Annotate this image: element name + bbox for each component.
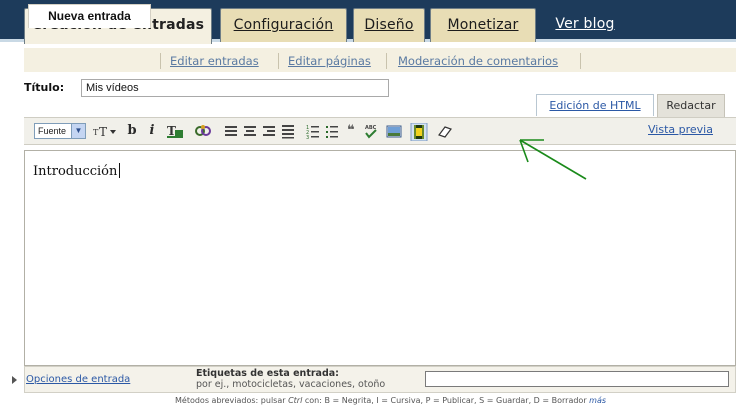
text-caret: [119, 163, 121, 178]
link-icon[interactable]: [194, 123, 212, 139]
shortcuts-prefix: Métodos abreviados: pulsar: [175, 396, 286, 405]
post-options-link[interactable]: Opciones de entrada: [26, 374, 130, 385]
labels-input[interactable]: [425, 371, 729, 387]
spellcheck-icon[interactable]: ABC: [363, 123, 379, 139]
title-input[interactable]: [81, 79, 389, 97]
sub-navigation-background: [24, 48, 736, 72]
tab-monetizar[interactable]: Monetizar: [430, 8, 536, 42]
subtab-divider: [278, 53, 279, 69]
align-right-icon[interactable]: [262, 123, 276, 139]
svg-text:T: T: [99, 125, 107, 139]
keyboard-shortcuts-help: Métodos abreviados: pulsar Ctrl con: B =…: [175, 396, 606, 405]
post-editor[interactable]: Introducción: [24, 150, 736, 366]
bold-button[interactable]: b: [125, 123, 139, 139]
font-select-value: Fuente: [38, 126, 67, 136]
tab-edit-html[interactable]: Edición de HTML: [536, 94, 654, 116]
subtab-nueva-entrada[interactable]: Nueva entrada: [28, 4, 151, 28]
align-left-icon[interactable]: [224, 123, 238, 139]
subtab-divider: [160, 53, 161, 69]
annotation-arrow-icon: [519, 139, 587, 180]
font-family-select[interactable]: Fuente ▼: [34, 123, 86, 139]
quote-icon[interactable]: ❝: [344, 123, 358, 139]
justify-icon[interactable]: [281, 123, 295, 139]
subtab-moderacion-comentarios[interactable]: Moderación de comentarios: [398, 51, 558, 71]
tab-compose[interactable]: Redactar: [657, 94, 725, 117]
preview-link[interactable]: Vista previa: [648, 123, 713, 136]
shortcuts-items: B = Negrita, I = Cursiva, P = Publicar, …: [324, 396, 587, 405]
view-blog-link[interactable]: Ver blog: [545, 8, 625, 42]
subtab-divider: [580, 53, 581, 69]
video-icon[interactable]: [410, 122, 428, 142]
subtab-editar-paginas[interactable]: Editar páginas: [288, 51, 371, 71]
editor-content[interactable]: Introducción: [33, 163, 121, 179]
expand-triangle-icon[interactable]: [12, 376, 17, 384]
shortcuts-con: con:: [304, 396, 322, 405]
font-size-icon[interactable]: TT: [92, 123, 118, 139]
shortcuts-more-link[interactable]: más: [589, 396, 606, 405]
svg-text:3: 3: [306, 135, 309, 139]
labels-title: Etiquetas de esta entrada:: [196, 368, 339, 379]
chevron-down-icon: ▼: [71, 124, 85, 138]
svg-text:T: T: [167, 124, 176, 138]
tab-diseno[interactable]: Diseño: [353, 8, 425, 42]
formatting-toolbar: Fuente ▼ TT b i T 123 ❝ ABC: [24, 117, 736, 145]
bulleted-list-icon[interactable]: [325, 123, 339, 139]
title-label: Título:: [24, 81, 65, 94]
eraser-icon[interactable]: [437, 123, 453, 139]
tab-configuracion[interactable]: Configuración: [220, 8, 347, 42]
shortcuts-key: Ctrl: [288, 396, 303, 405]
subtab-editar-entradas[interactable]: Editar entradas: [170, 51, 259, 71]
editor-text: Introducción: [33, 164, 118, 179]
subtab-divider: [386, 53, 387, 69]
italic-button[interactable]: i: [145, 123, 159, 139]
numbered-list-icon[interactable]: 123: [306, 123, 320, 141]
image-icon[interactable]: [386, 123, 402, 139]
text-color-icon[interactable]: T: [166, 123, 184, 139]
align-center-icon[interactable]: [243, 123, 257, 139]
labels-hint: por ej., motocicletas, vacaciones, otoño: [196, 379, 386, 390]
